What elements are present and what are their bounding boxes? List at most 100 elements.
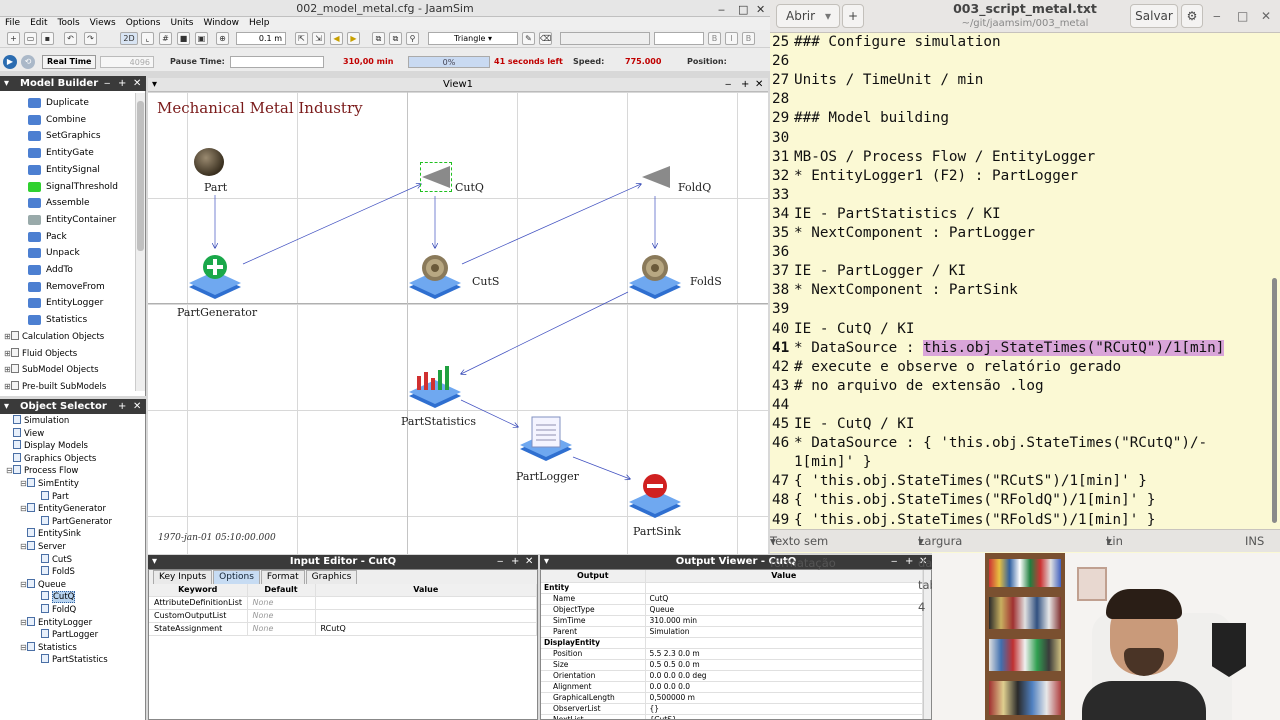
palette-item[interactable]: EntityLogger [28,295,103,311]
erase-icon[interactable]: ⌫ [539,32,552,45]
new-icon[interactable]: + [7,32,20,45]
palette-group[interactable]: ⊞ Fluid Objects [4,347,77,360]
table-row[interactable]: ObjectType Queue [541,604,923,616]
save-button[interactable]: Salvar [1130,4,1178,28]
collapse-icon[interactable]: ⊟ [20,503,27,515]
panel-menu-icon[interactable]: ▾ [544,555,549,569]
model-builder-scrollbar[interactable] [135,93,145,391]
panel-max-icon[interactable]: + [118,76,126,91]
close-icon[interactable]: ✕ [1261,9,1271,23]
table-row[interactable]: NextList {CutS} [541,714,923,719]
palette-group[interactable]: ⊞ Pre-built SubModels [4,381,106,393]
menu-file[interactable]: File [0,17,25,30]
pencil-icon[interactable]: ✎ [522,32,535,45]
value-cell[interactable] [315,596,537,610]
collapse-icon[interactable]: ⊟ [20,642,27,654]
foldq-queue-icon[interactable] [640,164,672,190]
tree-item[interactable]: Simulation [6,415,69,427]
table-row[interactable]: StateAssignment None RCutQ [149,622,537,636]
part-entity[interactable] [194,148,224,176]
align-icon[interactable]: ⊕ [216,32,229,45]
view-icon[interactable]: ▣ [195,32,208,45]
panel-menu-icon[interactable]: ▾ [4,399,9,414]
menu-options[interactable]: Options [121,17,166,30]
palette-item[interactable]: EntityGate [28,145,94,161]
real-time-button[interactable]: Real Time [42,55,97,69]
tree-item[interactable]: ⊟ Process Flow [6,465,78,477]
link2-icon[interactable]: ⇲ [312,32,325,45]
tree-item[interactable]: FoldS [34,566,75,578]
panel-max-icon[interactable]: + [905,555,913,569]
tree-item[interactable]: ⊟ EntityLogger [20,616,92,629]
pause-time-input[interactable] [230,56,324,68]
color-select[interactable] [560,32,650,45]
tree-item[interactable]: ⊟ Queue [20,578,66,591]
palette-item[interactable]: Combine [28,112,86,128]
statistics-icon[interactable] [407,362,463,410]
sink-icon[interactable] [627,472,683,520]
rewind-icon[interactable]: ⟲ [21,55,35,69]
shape-select[interactable]: Triangle ▾ [428,32,518,45]
palette-item[interactable]: AddTo [28,262,73,278]
format-selector[interactable]: Texto sem formatação ▾ [770,530,836,570]
forward-arrow-icon[interactable]: ▶ [347,32,360,45]
tree-item[interactable]: CutS [34,553,72,566]
maximize-icon[interactable]: □ [738,1,748,18]
open-icon[interactable]: ▭ [24,32,37,45]
editor-scrollbar[interactable] [1270,33,1278,527]
text-b-icon[interactable]: B [742,32,755,45]
panel-close-icon[interactable]: ✕ [133,76,141,91]
paste-icon[interactable]: ⧉ [389,32,402,45]
palette-item[interactable]: RemoveFrom [28,279,105,295]
table-row[interactable]: Name CutQ [541,593,923,605]
generator-icon[interactable] [187,253,243,301]
table-row[interactable]: Parent Simulation [541,626,923,638]
table-row[interactable]: GraphicalLength 0,500000 m [541,692,923,704]
table-row[interactable]: Orientation 0.0 0.0 0.0 deg [541,670,923,682]
collapse-icon[interactable]: ⊟ [20,579,27,591]
back-arrow-icon[interactable]: ◀ [330,32,343,45]
table-row[interactable]: AttributeDefinitionList None [149,596,537,610]
menu-units[interactable]: Units [165,17,198,30]
collapse-icon[interactable]: ⊟ [20,541,27,553]
panel-menu-icon[interactable]: ▾ [152,555,157,569]
panel-menu-icon[interactable]: ▾ [4,76,9,91]
tree-item[interactable]: ⊟ SimEntity [20,478,79,490]
menu-views[interactable]: Views [85,17,121,30]
palette-group[interactable]: ⊞ SubModel Objects [4,364,99,376]
table-row[interactable]: CustomOutputList None [149,609,537,623]
palette-item[interactable]: EntitySignal [28,162,100,178]
minimize-icon[interactable]: ‒ [1213,9,1221,23]
tree-item[interactable]: ⊟ Server [20,541,66,553]
menu-help[interactable]: Help [244,17,275,30]
cuts-server-icon[interactable] [407,253,463,301]
tree-item[interactable]: EntitySink [20,528,81,540]
panel-close-icon[interactable]: ✕ [525,555,533,569]
maximize-icon[interactable]: □ [1237,9,1248,23]
tree-item[interactable]: Graphics Objects [6,452,96,465]
palette-group[interactable]: ⊞ Calculation Objects [4,331,104,343]
menu-edit[interactable]: Edit [25,17,52,30]
collapse-icon[interactable]: ⊟ [20,478,27,490]
panel-close-icon[interactable]: ✕ [133,399,141,414]
table-row[interactable]: Entity [541,582,923,594]
open-button[interactable]: Abrir ▾ [776,4,840,28]
cutq-queue-icon[interactable] [420,164,452,190]
palette-item[interactable]: EntityContainer [28,212,116,228]
tree-item[interactable]: PartLogger [34,629,98,641]
snap-icon[interactable]: ⌞ [141,32,154,45]
palette-item[interactable]: Pack [28,229,67,245]
panel-max-icon[interactable]: + [118,399,126,414]
undo-icon[interactable]: ↶ [64,32,77,45]
tree-item[interactable]: FoldQ [34,604,76,616]
value-cell[interactable] [315,609,537,623]
tree-item[interactable]: CutQ [34,591,76,604]
table-row[interactable]: Alignment 0.0 0.0 0.0 [541,681,923,693]
table-row[interactable]: SimTime 310.000 min [541,615,923,627]
tab-format[interactable]: Format [260,570,305,584]
table-row[interactable]: Position 5.5 2.3 0.0 m [541,648,923,660]
palette-item[interactable]: SetGraphics [28,128,101,144]
tree-item[interactable]: Part [34,490,69,503]
panel-min-icon[interactable]: ‒ [497,555,503,569]
panel-max-icon[interactable]: + [511,555,519,569]
